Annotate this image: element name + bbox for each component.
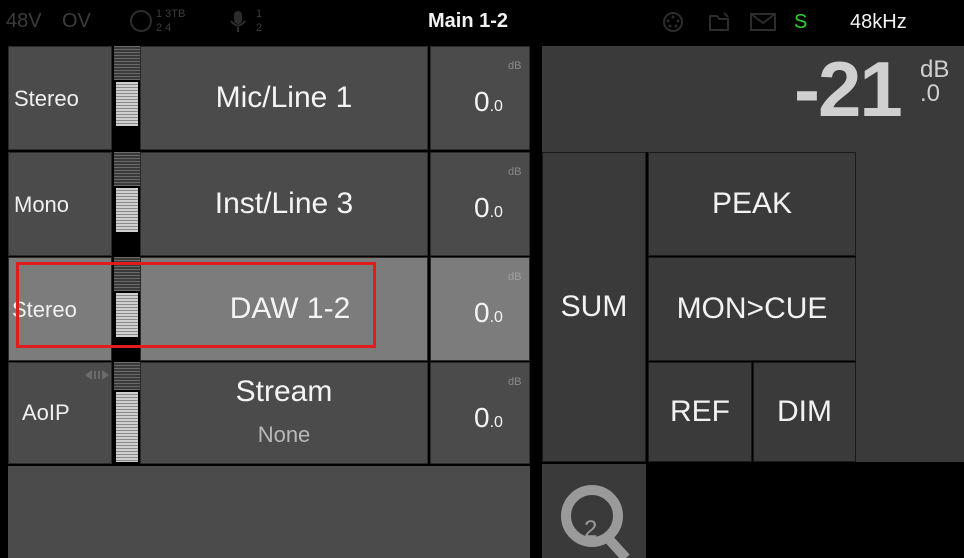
gain-value: 0.0 [474,86,503,117]
pan-arrows-icon [85,370,109,380]
peak-button[interactable]: PEAK [648,152,856,256]
monitor-level-value: -21 [794,45,903,133]
channel-name: Mic/Line 1 [215,81,353,114]
monitor-level-decimal: .0 [920,80,941,107]
sample-rate: 48kHz [850,11,907,33]
status-bar: 48V OV 1 3TB 2 4 1 2 Main 1-2 S 48kHz [0,0,964,44]
channel-name: Stream [235,375,333,408]
gain-unit: dB [508,60,522,72]
sum-button[interactable]: SUM [542,152,646,462]
overvoltage-indicator: OV [62,10,91,32]
channel-source: None [257,422,311,447]
level-meter [116,188,138,232]
gain-unit: dB [508,271,522,283]
mail-icon [750,13,776,31]
level-meter [116,392,138,462]
selection-highlight [16,262,376,348]
dim-button[interactable]: DIM [753,362,856,462]
mic-top: 1 [256,8,263,20]
bottom-blank [648,464,964,558]
gain-value: 0.0 [474,402,503,433]
gain-value: 0.0 [474,297,503,328]
empty-channel-slot [8,466,530,558]
page-title: Main 1-2 [428,10,509,32]
channel-name: Inst/Line 3 [214,187,354,220]
gain-unit: dB [508,166,522,178]
channel-format-label: AoIP [22,400,70,425]
level-meter-peak [114,362,140,390]
mic-bottom: 2 [256,22,263,34]
channel-format-label: Stereo [14,86,79,111]
ref-button[interactable]: REF [648,362,752,462]
microphone-icon [230,11,246,32]
folder-icon [709,12,729,31]
level-meter [116,82,138,126]
gain-value: 0.0 [474,192,503,223]
midi-icon [663,12,683,32]
monitor-spare [856,152,964,462]
mon-cue-button[interactable]: MON>CUE [648,257,856,361]
level-meter-peak [114,152,140,186]
channel-format-label: Mono [14,192,70,217]
level-meter-peak [114,46,140,80]
phantom-indicator: 48V [6,10,42,32]
input-grid-top: 1 3TB [156,8,186,20]
gain-unit: dB [508,376,522,388]
divider [532,46,542,558]
input-icon [130,10,152,32]
s-indicator: S [794,11,808,33]
input-grid-bottom: 2 4 [156,22,172,34]
q2-logo-number: 2 [584,516,598,543]
